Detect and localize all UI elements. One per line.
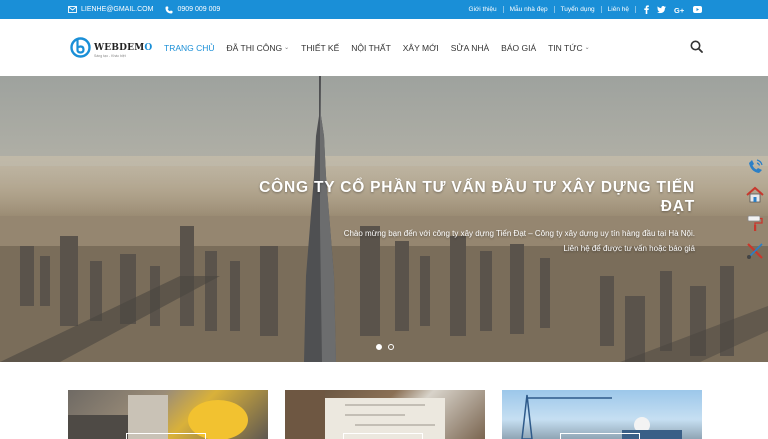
service-card-2[interactable] bbox=[285, 390, 485, 439]
phone-call-icon[interactable] bbox=[744, 156, 766, 178]
top-email[interactable]: LIENHE@GMAIL.COM bbox=[68, 6, 153, 13]
chevron-down-icon: ⌄ bbox=[284, 45, 290, 51]
svg-text:G+: G+ bbox=[674, 6, 685, 14]
nav-interior[interactable]: NỘI THẤT bbox=[351, 43, 391, 53]
logo-text: WEBDEMO bbox=[94, 42, 153, 53]
nav-quotation[interactable]: BÁO GIÁ bbox=[501, 43, 536, 53]
google-plus-icon[interactable]: G+ bbox=[674, 6, 685, 14]
youtube-icon[interactable] bbox=[693, 6, 702, 13]
service-card-1-button[interactable] bbox=[126, 433, 206, 439]
search-button[interactable] bbox=[690, 40, 703, 58]
logo-tagline: Sáng tạo - Khác biệt bbox=[94, 53, 126, 58]
nav-news[interactable]: TIN TỨC ⌄ bbox=[548, 43, 590, 53]
floating-side-icons bbox=[744, 156, 766, 262]
top-link-about[interactable]: Giới thiệu bbox=[463, 6, 504, 13]
hero-tower-image bbox=[304, 76, 336, 362]
service-card-1[interactable] bbox=[68, 390, 268, 439]
top-phone-text: 0909 009 009 bbox=[177, 6, 221, 13]
nav-renovation[interactable]: SỬA NHÀ bbox=[451, 43, 489, 53]
paint-roller-icon[interactable] bbox=[744, 212, 766, 234]
blueprint-desk-image bbox=[285, 390, 445, 439]
top-link-recruitment[interactable]: Tuyển dụng bbox=[555, 6, 602, 13]
phone-icon bbox=[165, 6, 173, 14]
chevron-down-icon: ⌄ bbox=[584, 45, 590, 51]
main-nav: TRANG CHỦ ĐÃ THI CÔNG ⌄ THIẾT KẾ NỘI THẤT… bbox=[164, 19, 590, 76]
hero-subtitle: Chào mừng bạn đến với công ty xây dựng T… bbox=[343, 229, 695, 253]
nav-home[interactable]: TRANG CHỦ bbox=[164, 43, 215, 53]
logo-wordmark: WEBDEMO Sáng tạo - Khác biệt bbox=[94, 43, 152, 58]
top-link-house-designs[interactable]: Mẫu nhà đẹp bbox=[504, 6, 555, 13]
search-icon bbox=[690, 40, 703, 57]
slider-dot-2[interactable] bbox=[388, 344, 394, 350]
top-link-contact[interactable]: Liên hệ bbox=[602, 6, 636, 13]
facebook-icon[interactable] bbox=[644, 5, 649, 14]
nav-completed-projects[interactable]: ĐÃ THI CÔNG ⌄ bbox=[227, 43, 290, 53]
site-header: WEBDEMO Sáng tạo - Khác biệt TRANG CHỦ Đ… bbox=[0, 19, 768, 76]
nav-new-build[interactable]: XÂY MỚI bbox=[403, 43, 439, 53]
hero-sky bbox=[0, 76, 768, 166]
top-bar: LIENHE@GMAIL.COM 0909 009 009 Giới thiệu… bbox=[0, 0, 768, 19]
service-card-3[interactable] bbox=[502, 390, 702, 439]
service-cards-section bbox=[0, 362, 768, 439]
house-icon[interactable] bbox=[744, 184, 766, 206]
hero-slider: CÔNG TY CỔ PHẦN TƯ VẤN ĐẦU TƯ XÂY DỰNG T… bbox=[0, 76, 768, 362]
mail-icon bbox=[68, 6, 77, 13]
slider-dots bbox=[376, 344, 394, 350]
tools-icon[interactable] bbox=[744, 240, 766, 262]
top-email-text: LIENHE@GMAIL.COM bbox=[81, 6, 154, 13]
hero-title: CÔNG TY CỔ PHẦN TƯ VẤN ĐẦU TƯ XÂY DỰNG T… bbox=[259, 179, 695, 215]
site-logo[interactable]: WEBDEMO Sáng tạo - Khác biệt bbox=[70, 37, 152, 63]
crane-site-image bbox=[521, 394, 682, 439]
logo-mark-icon bbox=[70, 37, 91, 63]
top-phone[interactable]: 0909 009 009 bbox=[165, 6, 220, 14]
nav-design[interactable]: THIẾT KẾ bbox=[301, 43, 339, 53]
worker-helmet-image bbox=[68, 395, 248, 439]
top-links: Giới thiệu Mẫu nhà đẹp Tuyển dụng Liên h… bbox=[463, 0, 702, 19]
service-card-2-button[interactable] bbox=[343, 433, 423, 439]
social-links: G+ bbox=[644, 5, 702, 14]
twitter-icon[interactable] bbox=[657, 5, 666, 14]
top-contact: LIENHE@GMAIL.COM 0909 009 009 bbox=[68, 0, 220, 19]
service-card-3-button[interactable] bbox=[560, 433, 640, 439]
slider-dot-1[interactable] bbox=[376, 344, 382, 350]
